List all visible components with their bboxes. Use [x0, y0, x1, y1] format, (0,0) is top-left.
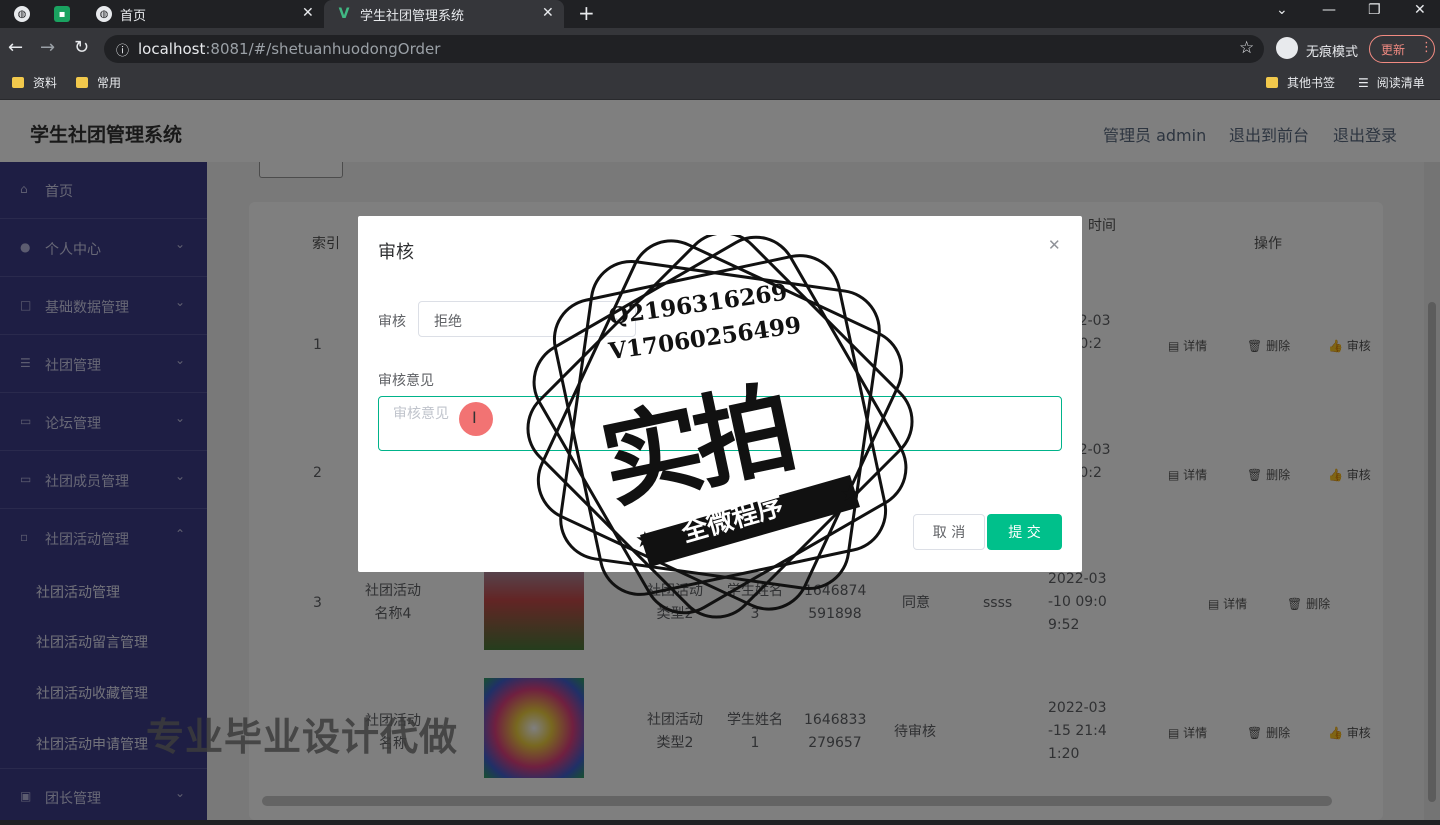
text-cursor-icon: I: [472, 408, 477, 427]
new-tab-icon[interactable]: +: [578, 1, 595, 25]
reload-icon[interactable]: ↻: [74, 37, 89, 58]
tab-label: 首页: [120, 8, 147, 24]
close-tab-icon[interactable]: ✕: [302, 5, 314, 21]
info-icon[interactable]: ⓘ: [116, 40, 129, 59]
star-icon[interactable]: ☆: [1239, 38, 1254, 58]
star-icon: ★: [840, 482, 860, 507]
update-button[interactable]: 更新 ⋮: [1369, 35, 1435, 63]
maximize-icon[interactable]: ❐: [1368, 2, 1381, 18]
close-tab-icon[interactable]: ✕: [542, 5, 554, 21]
close-icon[interactable]: ✕: [1048, 236, 1061, 254]
minimize-icon[interactable]: —: [1322, 2, 1336, 18]
url-text[interactable]: localhost:8081/#/shetuanhuodongOrder: [138, 40, 440, 58]
chevron-down-icon[interactable]: ⌄: [1276, 2, 1288, 18]
bookmarks-bar: [0, 70, 1440, 100]
incognito-icon: [1276, 37, 1298, 59]
folder-icon: [76, 77, 88, 88]
tab-home[interactable]: ◍ 首页: [84, 0, 324, 28]
audit-label: 审核: [378, 314, 406, 330]
tab-pinned-2[interactable]: ▪: [54, 0, 78, 28]
watermark-stamp: ★ ★ Q2196316269 V17060256499 实拍 全微程序: [520, 231, 920, 625]
reading-list-icon: ☰: [1358, 75, 1369, 90]
bookmark-folder[interactable]: 资料: [12, 74, 57, 91]
tab-pinned-1[interactable]: ◍: [14, 0, 38, 28]
more-icon: ⋮: [1420, 40, 1433, 55]
globe-icon: ◍: [14, 6, 30, 22]
vue-icon: V: [338, 6, 350, 22]
tab-label: 学生社团管理系统: [360, 8, 465, 24]
bookmark-folder[interactable]: 常用: [76, 74, 121, 91]
reading-list[interactable]: ☰ 阅读清单: [1358, 74, 1425, 91]
folder-icon: [12, 77, 24, 88]
close-window-icon[interactable]: ✕: [1414, 2, 1426, 18]
tab-app[interactable]: V 学生社团管理系统: [324, 0, 564, 28]
watermark-bottom-text: 专业毕业设计代做: [146, 715, 459, 759]
cancel-button[interactable]: 取 消: [913, 514, 985, 550]
folder-icon: [1266, 77, 1278, 88]
globe-icon: ◍: [96, 6, 112, 22]
forward-icon[interactable]: →: [40, 37, 55, 58]
app-icon: ▪: [54, 6, 70, 22]
submit-button[interactable]: 提 交: [987, 514, 1062, 550]
incognito-label[interactable]: 无痕模式: [1306, 41, 1358, 60]
opinion-label: 审核意见: [378, 373, 434, 389]
star-icon: ★: [635, 528, 655, 553]
bookmark-folder-other[interactable]: 其他书签: [1266, 74, 1335, 91]
dialog-title: 审核: [378, 242, 414, 263]
back-icon[interactable]: ←: [8, 37, 23, 58]
browser-tab-strip: ◍ ▪ ◍ 首页 ✕ V 学生社团管理系统 ✕ + ⌄ — ❐ ✕: [0, 0, 1440, 28]
